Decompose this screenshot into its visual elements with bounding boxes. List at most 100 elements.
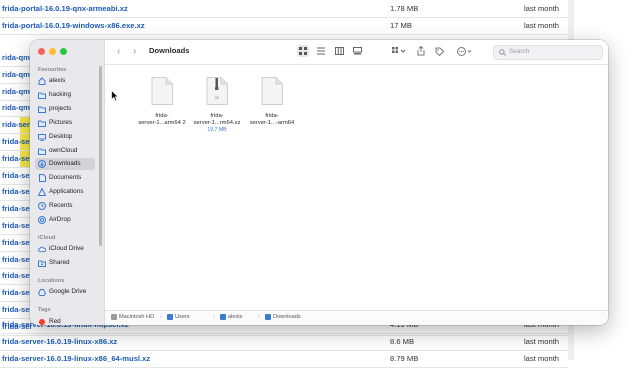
listing-row: frida-portal-16.0.19-windows-x86.exe.xz 1… [0, 18, 568, 35]
listing-file-date: last month [524, 4, 560, 13]
path-crumb[interactable]: Downloads [265, 314, 301, 320]
sidebar-item-recents[interactable]: Recents [35, 200, 95, 212]
maximize-button[interactable] [60, 48, 67, 55]
listing-file-link[interactable]: frida-ser [2, 302, 32, 318]
path-crumb[interactable]: alexis [220, 314, 242, 320]
sidebar-item-red[interactable]: Red [35, 316, 95, 325]
share-button[interactable] [415, 45, 427, 57]
listing-file-link[interactable]: frida-ser [2, 168, 32, 184]
sidebar-item-documents[interactable]: Documents [35, 172, 95, 184]
path-crumb-label: Downloads [273, 314, 301, 320]
sidebar-item-projects[interactable]: projects [35, 103, 95, 115]
search-icon [499, 49, 506, 56]
listing-file-link[interactable]: frida-portal-16.0.19-windows-x86.exe.xz [2, 18, 145, 34]
hard-drive-icon [111, 314, 117, 320]
path-crumb-label: Users [175, 314, 190, 320]
sidebar-item-label: Google Drive [49, 288, 87, 295]
forward-button[interactable]: › [133, 46, 136, 57]
listing-file-link[interactable]: frida-ser [2, 268, 32, 284]
file-item[interactable]: frida-server-1...-arm64 [237, 77, 307, 127]
airdrop-icon [38, 216, 46, 224]
listing-file-link[interactable]: rida-qmi [2, 100, 32, 116]
document-icon [261, 77, 283, 105]
listing-file-link[interactable]: rida-ser [2, 117, 30, 134]
folder-icon [38, 91, 46, 99]
folder-icon [38, 119, 46, 127]
list-view-button[interactable] [315, 45, 327, 57]
listing-file-link[interactable]: rida-qmi [2, 50, 32, 66]
sidebar-item-hacking[interactable]: hacking [35, 89, 95, 101]
listing-file-link[interactable]: frida-portal-16.0.19-qnx-armeabi.xz [2, 1, 128, 17]
listing-file-link[interactable]: frida-server-16.0.19-linux-x86.xz [2, 334, 117, 350]
sidebar-item-applications[interactable]: Applications [35, 186, 95, 198]
gallery-view-button[interactable] [351, 45, 363, 57]
sidebar-section-tags: Tags [38, 307, 51, 313]
listing-file-link[interactable]: frida-ser [2, 184, 32, 200]
sidebar-item-downloads[interactable]: Downloads [35, 158, 95, 170]
folder-icon [38, 105, 46, 113]
listing-file-link[interactable]: frida-server-16.0.19-linux-x86_64-musl.x… [2, 351, 150, 367]
listing-file-link[interactable]: frida-ser [2, 235, 32, 251]
file-area[interactable]: frida-server-1...arm64 2 xz frida-server-1… [105, 65, 608, 310]
search-field[interactable]: Search [493, 45, 603, 60]
path-crumb[interactable]: Users [167, 314, 190, 320]
column-view-button[interactable] [333, 45, 345, 57]
listing-file-date: last month [524, 20, 560, 30]
listing-file-link[interactable]: frida-ser [2, 150, 33, 167]
sidebar-item-label: projects [49, 105, 72, 112]
more-actions-button[interactable] [455, 45, 475, 57]
close-button[interactable] [38, 48, 45, 55]
sidebar-section-favourites: Favourites [38, 67, 67, 73]
sidebar-item-google-drive[interactable]: Google Drive [35, 286, 95, 298]
folder-icon [167, 314, 173, 320]
file-name: frida- [265, 113, 279, 119]
listing-file-link[interactable]: frida-ser [2, 218, 32, 234]
minimize-button[interactable] [49, 48, 56, 55]
listing-file-link[interactable]: frida-ser [2, 201, 32, 217]
file-name: server-1...-arm64 [249, 120, 295, 126]
listing-file-link[interactable]: frida-ser [2, 252, 32, 268]
listing-file-size: 17 MB [390, 20, 412, 30]
sidebar-item-shared[interactable]: Shared [35, 257, 95, 269]
document-icon [206, 77, 228, 105]
path-crumb[interactable]: Macintosh HD [111, 314, 154, 320]
sidebar-section-locations: Locations [38, 278, 65, 284]
listing-file-date: last month [524, 337, 560, 346]
sidebar-item-icloud-drive[interactable]: iCloud Drive [35, 243, 95, 255]
tag-dot-icon [38, 318, 46, 325]
window-title: Downloads [149, 46, 190, 55]
group-by-button[interactable] [389, 45, 409, 57]
folder-icon [220, 314, 226, 320]
listing-file-link[interactable]: frida-ser [2, 285, 32, 301]
finder-sidebar: Favourites alexis hacking projects Pictures D… [30, 40, 105, 325]
back-button[interactable]: ‹ [117, 46, 120, 57]
listing-file-link[interactable]: frida-ser [2, 134, 33, 150]
search-placeholder: Search [509, 48, 530, 55]
mouse-cursor-icon [111, 90, 119, 102]
sidebar-item-label: Pictures [49, 119, 73, 126]
sidebar-item-airdrop[interactable]: AirDrop [35, 214, 95, 226]
sidebar-item-owncloud[interactable]: ownCloud [35, 145, 95, 157]
sidebar-item-alexis[interactable]: alexis [35, 75, 95, 87]
sidebar-item-pictures[interactable]: Pictures [35, 117, 95, 129]
drive-icon [38, 288, 46, 296]
applications-icon [38, 188, 46, 196]
listing-file-link[interactable]: rida-qmi [2, 67, 32, 83]
sidebar-item-label: Shared [49, 259, 70, 266]
tag-button[interactable] [433, 45, 445, 57]
listing-file-link[interactable]: rida-qmi [2, 84, 32, 100]
file-size: 19,7 MB [207, 127, 227, 133]
sidebar-item-desktop[interactable]: Desktop [35, 131, 95, 143]
shared-folder-icon [38, 259, 46, 267]
sidebar-scrollbar[interactable] [99, 66, 102, 246]
icon-view-button[interactable] [297, 45, 309, 57]
path-crumb-label: Macintosh HD [119, 314, 155, 320]
sidebar-item-label: AirDrop [49, 216, 71, 223]
grid-icon [299, 47, 307, 55]
listing-row: frida-portal-16.0.19-qnx-armeabi.xz 1.78 … [0, 1, 568, 18]
path-crumb-label: alexis [228, 314, 243, 320]
listing-row: frida-server-16.0.19-linux-x86.xz 8.6 MB l… [0, 334, 568, 351]
tag-icon [435, 47, 444, 56]
path-separator-icon: › [213, 314, 215, 320]
sidebar-item-label: ownCloud [49, 147, 78, 154]
